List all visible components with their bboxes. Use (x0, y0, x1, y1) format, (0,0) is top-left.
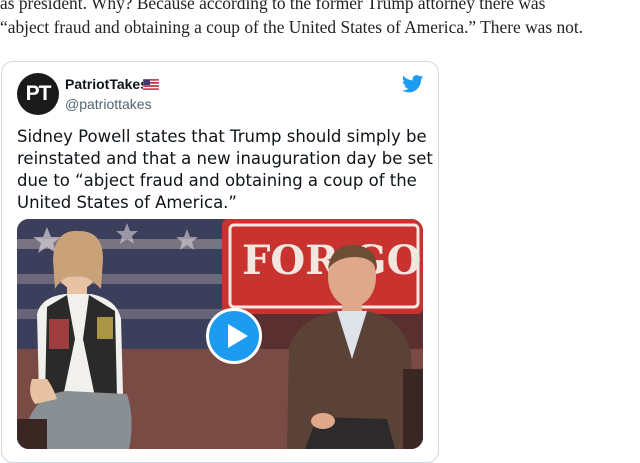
article-line: as president. Why? Because according to … (0, 0, 546, 13)
tweet-text: Sidney Powell states that Trump should s… (17, 126, 433, 214)
tweet-text-line: Sidney Powell states that Trump should s… (17, 127, 427, 146)
play-button[interactable] (206, 308, 262, 364)
article-line: “abject fraud and obtaining a coup of th… (0, 17, 584, 37)
author-name[interactable]: PatriotTakes (65, 76, 148, 92)
author-handle[interactable]: @patriottakes (65, 96, 152, 112)
twitter-bird-icon[interactable] (402, 75, 424, 93)
tweet-text-line: reinstated and that a new inauguration d… (17, 149, 433, 168)
us-flag-icon (143, 79, 159, 90)
play-icon (228, 324, 248, 348)
tweet-text-line: United States of America.” (17, 193, 237, 212)
article-text: as president. Why? Because according to … (0, 0, 640, 39)
avatar[interactable]: PT (17, 73, 59, 115)
tweet-text-line: due to “abject fraud and obtaining a cou… (17, 171, 417, 190)
embedded-tweet[interactable]: PT PatriotTakes @patriottakes Sidney Pow… (1, 61, 439, 463)
avatar-initials: PT (25, 82, 52, 105)
video-player[interactable]: FOR GOD (17, 219, 423, 449)
